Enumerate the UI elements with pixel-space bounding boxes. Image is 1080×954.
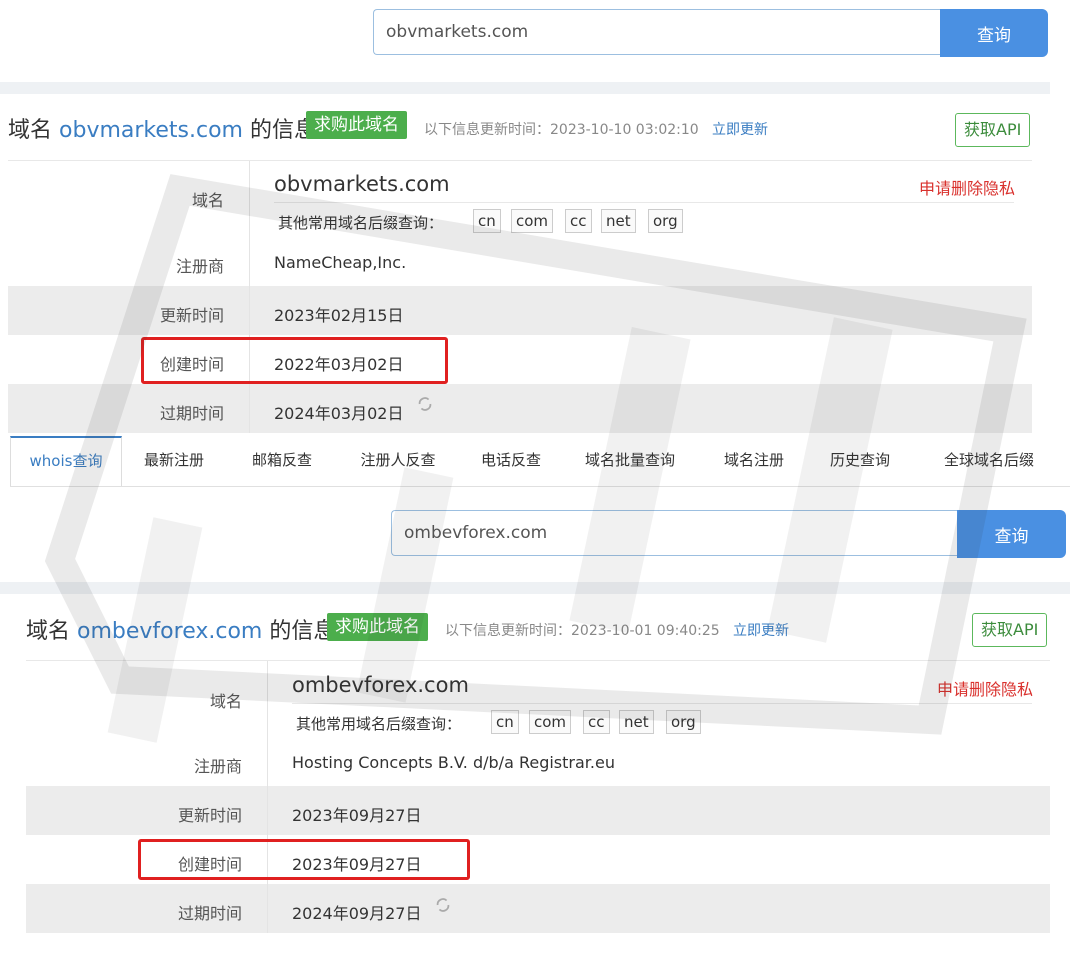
title-domain: ombevforex.com xyxy=(77,619,263,644)
tab-domain-register[interactable]: 域名注册 xyxy=(714,436,794,485)
bottom-separator-band xyxy=(0,582,1070,594)
top-card-title: 域名 obvmarkets.com 的信息 xyxy=(8,112,316,144)
suffix-cc[interactable]: cc xyxy=(583,710,610,734)
tab-whois[interactable]: whois查询 xyxy=(10,436,122,486)
suffix-net[interactable]: net xyxy=(601,209,636,233)
tab-phone-reverse[interactable]: 电话反查 xyxy=(470,436,552,485)
request-privacy-removal-link[interactable]: 申请删除隐私 xyxy=(919,175,1015,199)
domain-value: obvmarkets.com xyxy=(274,172,450,196)
updated-time-text: 以下信息更新时间：2023-10-01 09:40:25 xyxy=(445,623,720,639)
suffix-cn[interactable]: cn xyxy=(473,209,501,233)
suffix-cn[interactable]: cn xyxy=(491,710,519,734)
tab-history[interactable]: 历史查询 xyxy=(820,436,900,485)
suffix-query-label: 其他常用域名后缀查询： xyxy=(296,715,462,733)
tab-registrant-reverse[interactable]: 注册人反查 xyxy=(348,436,448,485)
suffix-com[interactable]: com xyxy=(511,209,554,233)
bottom-search-button[interactable]: 查询 xyxy=(957,510,1066,558)
bottom-search-bar: 查询 xyxy=(391,510,1066,558)
registrar-label: 注册商 xyxy=(175,257,224,276)
domain-underline xyxy=(292,703,1032,704)
suffix-org[interactable]: org xyxy=(648,209,683,233)
top-search-bar: 查询 xyxy=(373,9,1048,57)
expires-value: 2024年09月27日 xyxy=(292,904,422,923)
created-highlight-box xyxy=(138,839,470,880)
title-domain: obvmarkets.com xyxy=(59,118,243,143)
expires-value: 2024年03月02日 xyxy=(274,404,404,423)
updated-label: 更新时间 xyxy=(159,306,224,325)
tab-global-suffix[interactable]: 全球域名后缀 xyxy=(928,436,1050,485)
refresh-icon[interactable] xyxy=(434,896,452,914)
suffix-com[interactable]: com xyxy=(529,710,572,734)
nav-tabs: whois查询 最新注册 邮箱反查 注册人反查 电话反查 域名批量查询 域名注册… xyxy=(10,436,1070,487)
bottom-card-title: 域名 ombevforex.com 的信息 xyxy=(26,613,335,645)
updated-time-text: 以下信息更新时间：2023-10-10 03:02:10 xyxy=(424,122,699,138)
expires-label: 过期时间 xyxy=(177,904,242,923)
suffix-net[interactable]: net xyxy=(619,710,654,734)
updated-label: 更新时间 xyxy=(177,806,242,825)
updated-value: 2023年09月27日 xyxy=(292,806,422,825)
buy-domain-badge[interactable]: 求购此域名 xyxy=(306,111,407,139)
registrar-value: Hosting Concepts B.V. d/b/a Registrar.eu xyxy=(292,753,615,772)
tab-email-reverse[interactable]: 邮箱反查 xyxy=(238,436,326,485)
title-prefix: 域名 xyxy=(26,619,71,644)
row-registrar xyxy=(8,237,1032,286)
top-search-input[interactable] xyxy=(373,9,941,55)
domain-label: 域名 xyxy=(191,191,224,210)
top-separator-band xyxy=(0,82,1050,94)
request-privacy-removal-link[interactable]: 申请删除隐私 xyxy=(937,676,1033,700)
update-now-link[interactable]: 立即更新 xyxy=(733,620,789,640)
title-suffix: 的信息 xyxy=(269,619,336,644)
expires-label: 过期时间 xyxy=(159,404,224,423)
suffix-cc[interactable]: cc xyxy=(565,209,592,233)
domain-label: 域名 xyxy=(209,692,242,711)
bottom-search-input[interactable] xyxy=(391,510,959,556)
updated-value: 2023年02月15日 xyxy=(274,306,404,325)
suffix-query-label: 其他常用域名后缀查询： xyxy=(278,214,444,232)
domain-underline xyxy=(274,202,1014,203)
registrar-label: 注册商 xyxy=(193,757,242,776)
top-search-button[interactable]: 查询 xyxy=(940,9,1048,57)
update-now-link[interactable]: 立即更新 xyxy=(712,119,768,139)
created-highlight-box xyxy=(141,337,448,384)
column-divider xyxy=(249,161,250,433)
domain-value: ombevforex.com xyxy=(292,673,469,697)
get-api-button[interactable]: 获取API xyxy=(955,113,1031,147)
registrar-value: NameCheap,Inc. xyxy=(274,253,407,272)
buy-domain-badge[interactable]: 求购此域名 xyxy=(327,613,428,641)
suffix-org[interactable]: org xyxy=(666,710,701,734)
title-prefix: 域名 xyxy=(8,118,53,143)
refresh-icon[interactable] xyxy=(416,395,434,413)
get-api-button[interactable]: 获取API xyxy=(972,613,1048,647)
tab-latest-registered[interactable]: 最新注册 xyxy=(128,436,220,485)
column-divider xyxy=(267,661,268,933)
tab-bulk-query[interactable]: 域名批量查询 xyxy=(576,436,684,485)
